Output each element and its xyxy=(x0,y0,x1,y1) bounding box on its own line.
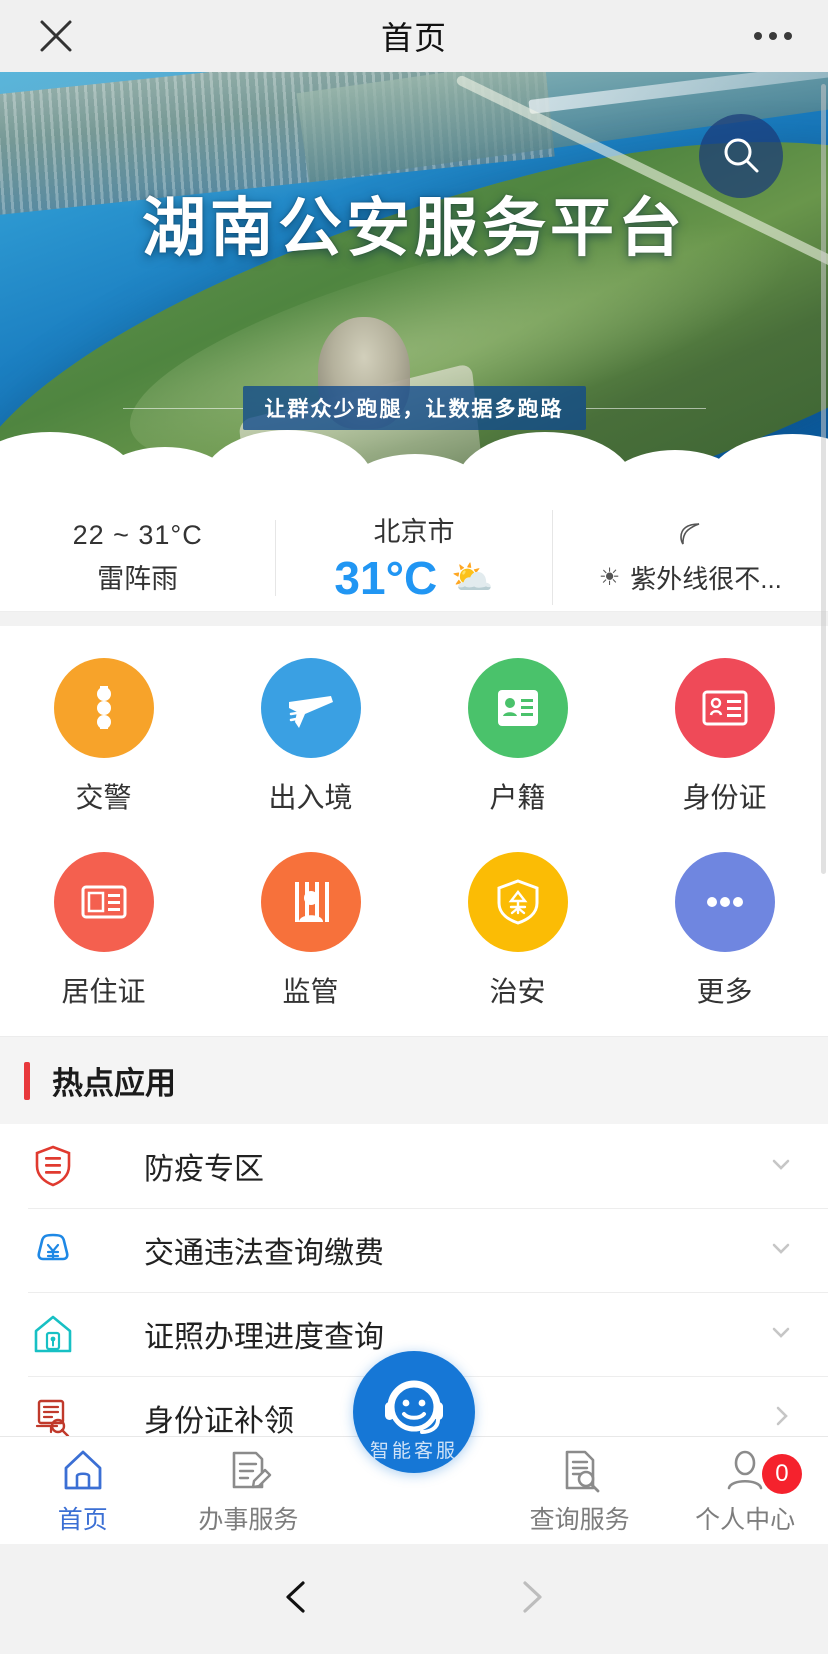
quick-entry-row: 交警 出入境 户籍 身份证 xyxy=(0,658,828,816)
car-payment-icon xyxy=(24,1227,82,1273)
sun-icon: ☀ xyxy=(598,564,621,591)
page-title: 首页 xyxy=(380,20,447,56)
section-accent-bar xyxy=(24,1061,30,1100)
banner-cloud-strip xyxy=(0,422,828,504)
list-item[interactable]: 防疫专区 xyxy=(0,1124,828,1208)
close-icon[interactable] xyxy=(34,14,78,58)
list-item-label: 证照办理进度查询 xyxy=(144,1321,384,1354)
airplane-icon-bg xyxy=(260,658,361,758)
list-item-label: 身份证补领 xyxy=(144,1405,294,1438)
quick-entry-shenfenzheng[interactable]: 身份证 xyxy=(621,658,828,816)
tab-chaxunfuwu[interactable]: 查询服务 xyxy=(497,1446,663,1536)
more-dots-icon xyxy=(706,897,743,907)
weather-uv-block: ☀ 紫外线很不... xyxy=(553,519,828,596)
quick-entry-zhian[interactable]: 治安 xyxy=(414,852,621,1010)
identity-card-icon-bg xyxy=(674,658,775,758)
tab-home[interactable]: 首页 xyxy=(0,1446,166,1536)
quick-entry-more[interactable]: 更多 xyxy=(621,852,828,1010)
weather-bar[interactable]: 22 ~ 31°C 雷阵雨 北京市 31°C ⛅ ☀ 紫外线很不... xyxy=(0,504,828,612)
airplane-icon xyxy=(288,696,333,728)
list-item[interactable]: 交通违法查询缴费 xyxy=(0,1208,828,1292)
identity-card-icon xyxy=(702,690,747,726)
section-title: 热点应用 xyxy=(52,1066,176,1101)
fab-label: 智能客服 xyxy=(369,1440,458,1462)
status-badge: 0 xyxy=(761,1453,802,1494)
sun-behind-cloud-icon: ⛅ xyxy=(451,559,494,597)
home-icon xyxy=(64,1450,102,1489)
traffic-light-icon-bg xyxy=(53,658,154,758)
more-dots-icon-bg xyxy=(674,852,775,952)
banner-rule-left xyxy=(122,407,243,409)
prison-icon xyxy=(294,882,329,922)
quick-entry-label: 出入境 xyxy=(268,782,353,813)
banner-rule-right xyxy=(585,407,706,409)
id-card-icon xyxy=(497,690,538,726)
tab-label: 个人中心 xyxy=(695,1505,796,1534)
quick-entry-grid: 交警 出入境 户籍 身份证 居住证 监管 治安 更多 xyxy=(0,626,828,1036)
app-screen: 首页 湖南公安服务平台 让群众少跑腿，让数据多跑路 22 ~ 31°C 雷阵雨 … xyxy=(0,0,828,1654)
security-shield-icon-bg xyxy=(467,852,568,952)
tab-label: 首页 xyxy=(57,1505,108,1534)
tab-label: 查询服务 xyxy=(529,1505,630,1534)
weather-range-block: 22 ~ 31°C 雷阵雨 xyxy=(0,519,277,596)
quick-entry-huji[interactable]: 户籍 xyxy=(414,658,621,816)
quick-entry-label: 居住证 xyxy=(61,976,146,1007)
quick-entry-juzhuzheng[interactable]: 居住证 xyxy=(0,852,207,1010)
chevron-down-icon[interactable] xyxy=(768,1151,794,1182)
weather-temp-row: 31°C ⛅ xyxy=(334,551,493,605)
chevron-right-icon[interactable] xyxy=(768,1403,794,1434)
hot-section-header: 热点应用 xyxy=(0,1036,828,1124)
residence-permit-icon xyxy=(81,885,126,919)
weather-city-block: 北京市 31°C ⛅ xyxy=(276,510,553,605)
search-button[interactable] xyxy=(699,114,783,198)
quick-entry-label: 监管 xyxy=(282,976,339,1007)
quick-entry-label: 治安 xyxy=(489,976,546,1007)
epidemic-shield-icon xyxy=(24,1143,82,1189)
quick-entry-label: 户籍 xyxy=(489,782,546,813)
hero-banner: 湖南公安服务平台 让群众少跑腿，让数据多跑路 xyxy=(0,72,828,504)
browser-nav-bar xyxy=(0,1544,828,1654)
quick-entry-label: 交警 xyxy=(75,782,132,813)
tab-banshifuwu[interactable]: 办事服务 xyxy=(166,1446,332,1536)
bottom-tab-bar: 首页 办事服务 智能客服 查询服务 个人中心 0 xyxy=(0,1350,828,1544)
chevron-down-icon[interactable] xyxy=(768,1235,794,1266)
chevron-down-icon[interactable] xyxy=(768,1319,794,1350)
weather-range: 22 ~ 31°C xyxy=(72,519,203,550)
title-bar: 首页 xyxy=(0,0,828,72)
quick-entry-label: 身份证 xyxy=(682,782,767,813)
search-icon xyxy=(724,138,759,173)
quick-entry-jianguan[interactable]: 监管 xyxy=(207,852,414,1010)
quick-entry-jiaojing[interactable]: 交警 xyxy=(0,658,207,816)
residence-permit-icon-bg xyxy=(53,852,154,952)
id-card-icon-bg xyxy=(467,658,568,758)
list-item-label: 防疫专区 xyxy=(144,1153,264,1186)
section-divider xyxy=(0,612,828,626)
weather-condition: 雷阵雨 xyxy=(97,563,179,594)
list-item-label: 交通违法查询缴费 xyxy=(144,1237,384,1270)
document-search-icon xyxy=(24,1395,82,1441)
leaf-icon xyxy=(675,519,705,555)
weather-temperature: 31°C xyxy=(334,552,438,604)
smart-service-fab[interactable]: 智能客服 xyxy=(352,1350,475,1473)
house-progress-icon xyxy=(24,1311,82,1357)
tab-label: 办事服务 xyxy=(198,1505,299,1534)
tab-gerenzhongxin[interactable]: 个人中心 0 xyxy=(662,1446,828,1536)
banner-title: 湖南公安服务平台 xyxy=(142,193,686,264)
quick-entry-row: 居住证 监管 治安 更多 xyxy=(0,852,828,1010)
more-dots-icon[interactable] xyxy=(754,32,792,40)
document-search-icon xyxy=(565,1450,599,1492)
prison-icon-bg xyxy=(260,852,361,952)
chevron-right-icon[interactable] xyxy=(509,1575,553,1624)
document-pencil-icon xyxy=(233,1451,272,1488)
weather-uv-row: ☀ 紫外线很不... xyxy=(599,559,782,596)
chevron-left-icon[interactable] xyxy=(275,1575,319,1624)
quick-entry-churujing[interactable]: 出入境 xyxy=(207,658,414,816)
weather-uv-text: 紫外线很不... xyxy=(630,564,782,594)
weather-city: 北京市 xyxy=(373,517,455,547)
quick-entry-label: 更多 xyxy=(696,976,753,1007)
vertical-scrollbar[interactable] xyxy=(821,84,826,874)
security-shield-icon xyxy=(497,879,538,925)
traffic-light-icon xyxy=(96,686,111,729)
